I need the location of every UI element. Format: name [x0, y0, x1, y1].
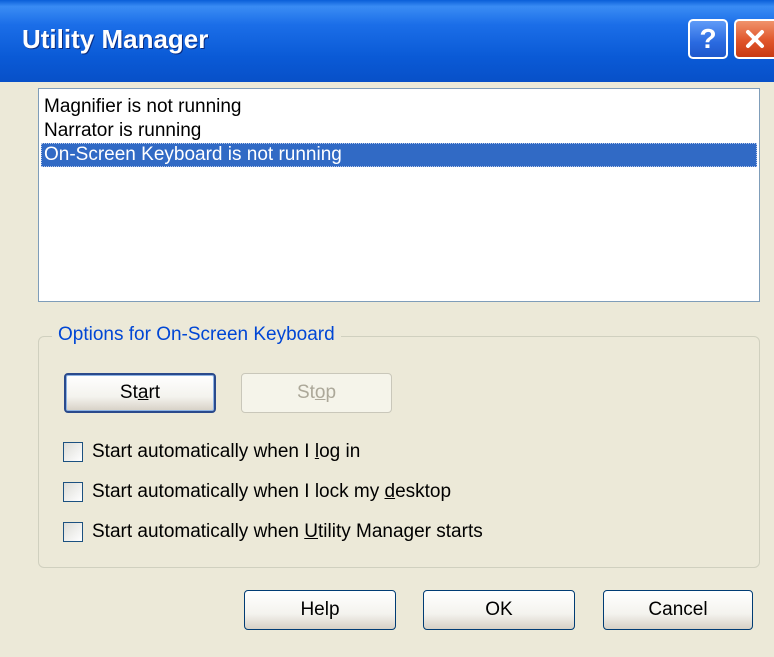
list-item-magnifier[interactable]: Magnifier is not running — [41, 95, 757, 119]
start-label: Start — [119, 382, 161, 403]
list-item-narrator[interactable]: Narrator is running — [41, 119, 757, 143]
ok-button[interactable]: OK — [423, 590, 575, 630]
checkbox-row-log-in[interactable]: Start automatically when I log in — [63, 438, 360, 466]
utility-manager-window: Utility Manager ? Magnifier is not runni… — [0, 0, 774, 657]
close-x-icon — [746, 30, 764, 48]
title-close-button[interactable] — [734, 19, 774, 59]
stop-button[interactable]: Stop — [241, 373, 392, 413]
start-on-login-checkbox[interactable] — [63, 442, 83, 462]
title-help-button[interactable]: ? — [688, 19, 728, 59]
options-group-label: Options for On-Screen Keyboard — [52, 324, 341, 346]
title-bar[interactable]: Utility Manager ? — [0, 0, 774, 82]
question-mark-icon: ? — [699, 23, 717, 54]
checkbox-row-utility-manager-starts[interactable]: Start automatically when Utility Manager… — [63, 518, 483, 546]
start-button[interactable]: Start — [64, 373, 216, 413]
list-item-on-screen-keyboard[interactable]: On-Screen Keyboard is not running — [41, 143, 757, 167]
help-button[interactable]: Help — [244, 590, 396, 630]
window-title: Utility Manager — [22, 24, 209, 54]
checkbox-row-lock-desktop[interactable]: Start automatically when I lock my deskt… — [63, 478, 451, 506]
start-on-lock-checkbox[interactable] — [63, 482, 83, 502]
start-with-utility-manager-checkbox[interactable] — [63, 522, 83, 542]
utility-list[interactable]: Magnifier is not running Narrator is run… — [38, 88, 760, 302]
start-with-utility-manager-label[interactable]: Start automatically when Utility Manager… — [92, 521, 483, 543]
cancel-button[interactable]: Cancel — [603, 590, 753, 630]
start-on-lock-label[interactable]: Start automatically when I lock my deskt… — [92, 481, 451, 503]
options-group: Options for On-Screen Keyboard Start Sto… — [38, 324, 760, 568]
start-on-login-label[interactable]: Start automatically when I log in — [92, 441, 360, 463]
stop-label: Stop — [296, 382, 337, 403]
